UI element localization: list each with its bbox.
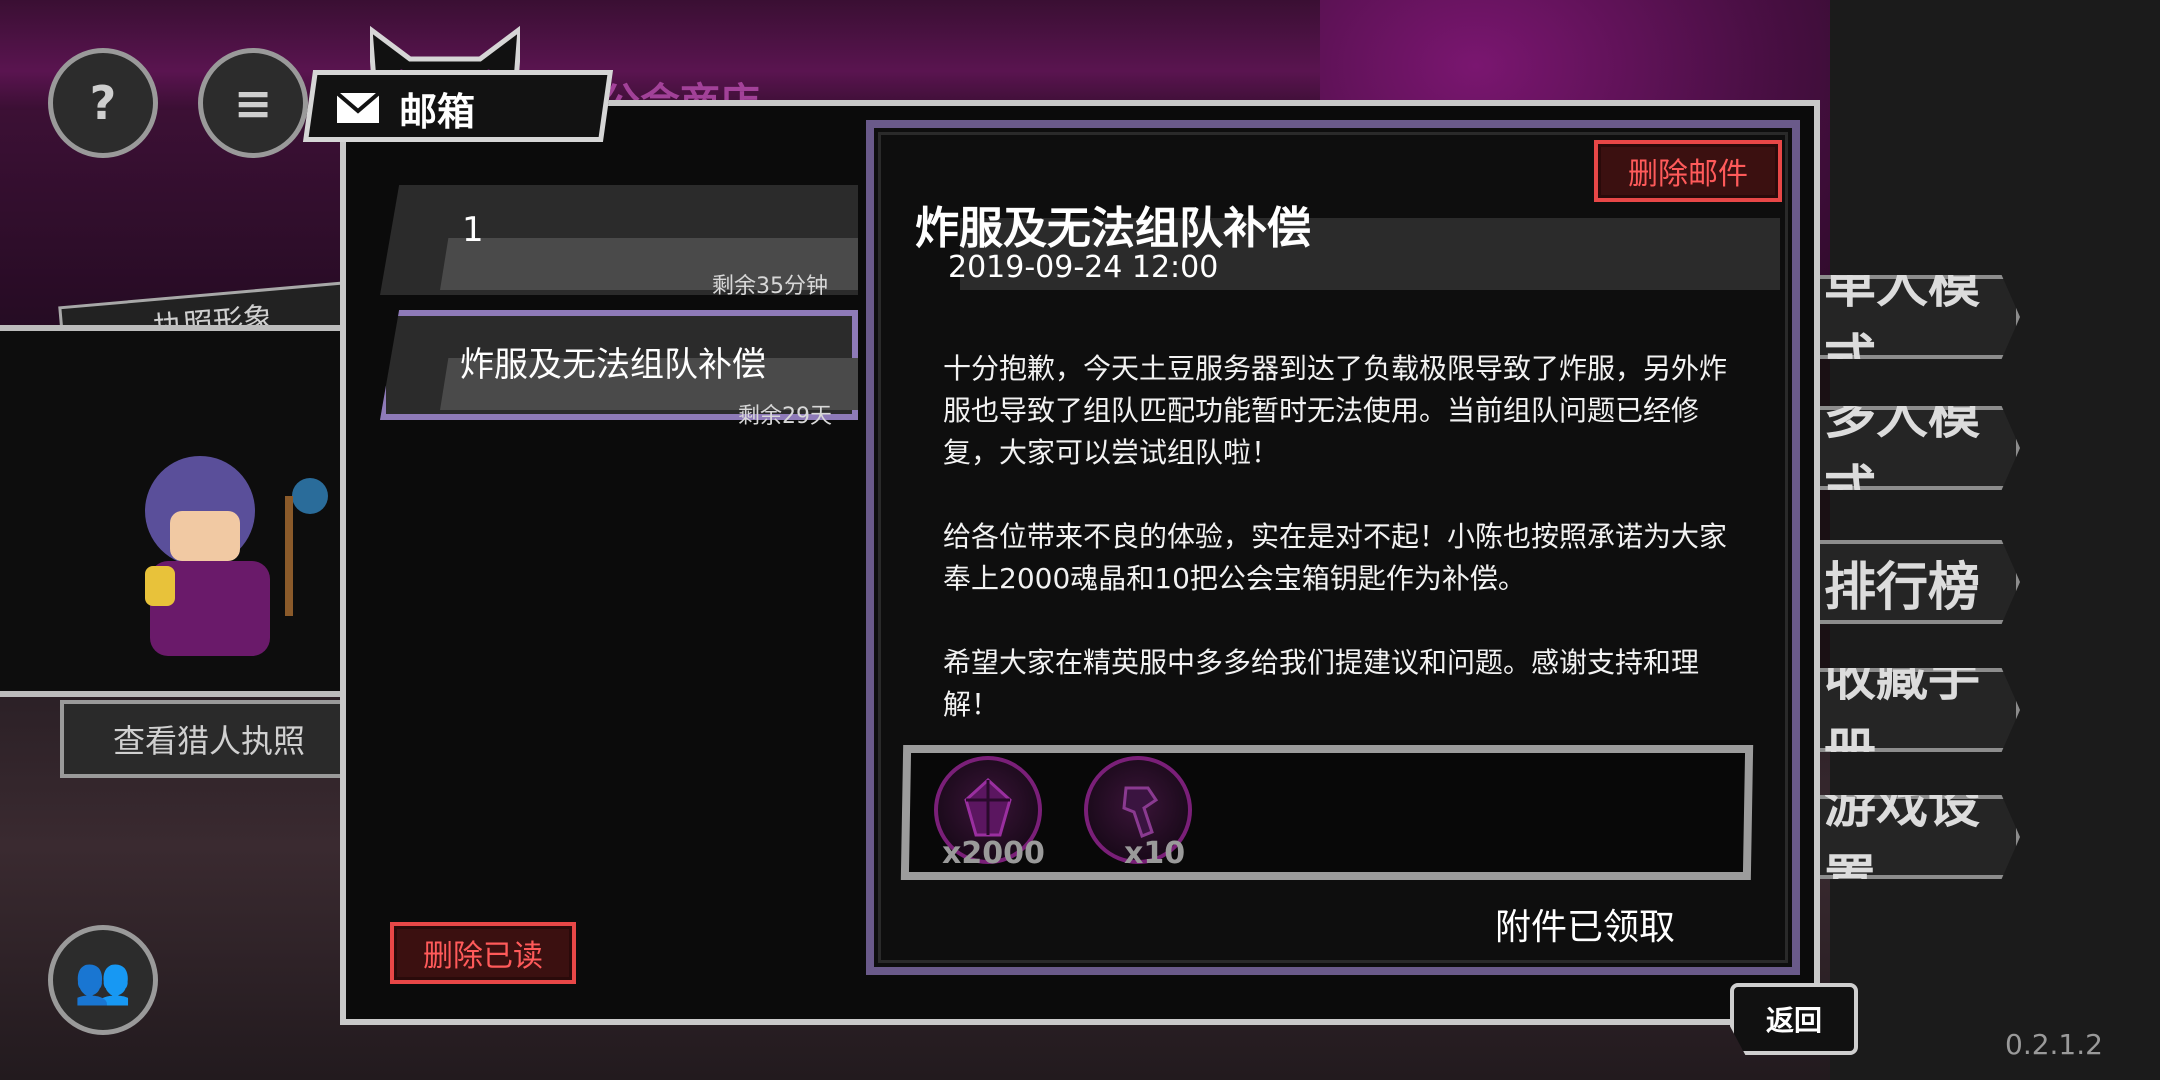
mail-detail-date: 2019-09-24 12:00 bbox=[948, 250, 1219, 285]
envelope-icon bbox=[335, 91, 381, 123]
mail-detail-body: 十分抱歉，今天土豆服务器到达了负载极限导致了炸服，另外炸 服也导致了组队匹配功能… bbox=[943, 352, 1728, 721]
delete-mail-button[interactable]: 删除邮件 bbox=[1594, 140, 1782, 202]
mail-item-title: 炸服及无法组队补偿 bbox=[460, 345, 766, 385]
view-license-button[interactable]: 查看猎人执照 bbox=[60, 700, 354, 778]
attachment-qty: x10 bbox=[1124, 836, 1186, 871]
attachments-claimed-label: 附件已领取 bbox=[1495, 907, 1676, 948]
mail-item-remaining: 剩余35分钟 bbox=[712, 274, 828, 299]
hunter-portrait-panel bbox=[0, 325, 345, 697]
help-button[interactable]: ? bbox=[48, 48, 158, 158]
mailbox-title: 邮箱 bbox=[399, 89, 476, 134]
menu-settings[interactable]: 游戏设置 bbox=[1790, 795, 2020, 879]
mail-item-remaining: 剩余29天 bbox=[738, 404, 832, 429]
menu-collection[interactable]: 收藏手册 bbox=[1790, 668, 2020, 752]
people-icon: 👥 bbox=[74, 952, 132, 1007]
attachment-qty: x2000 bbox=[942, 836, 1045, 871]
mailbox-header-content: 邮箱 bbox=[335, 78, 475, 138]
delete-read-button[interactable]: 删除已读 bbox=[390, 922, 576, 984]
version-label: 0.2.1.2 bbox=[2005, 1028, 2103, 1061]
mail-item-title: 1 bbox=[462, 210, 484, 250]
notebook-icon: ≡ bbox=[233, 76, 273, 130]
friends-button[interactable]: 👥 bbox=[48, 925, 158, 1035]
help-icon: ? bbox=[89, 76, 117, 130]
mail-detail-title: 炸服及无法组队补偿 bbox=[915, 203, 1311, 254]
notice-button[interactable]: ≡ bbox=[198, 48, 308, 158]
back-button[interactable]: 返回 bbox=[1730, 983, 1858, 1055]
menu-leaderboard[interactable]: 排行榜 bbox=[1790, 540, 2020, 624]
hunter-character-icon bbox=[145, 456, 328, 656]
menu-single-mode[interactable]: 单人模式 bbox=[1790, 275, 2020, 359]
menu-multi-mode[interactable]: 多人模式 bbox=[1790, 406, 2020, 490]
